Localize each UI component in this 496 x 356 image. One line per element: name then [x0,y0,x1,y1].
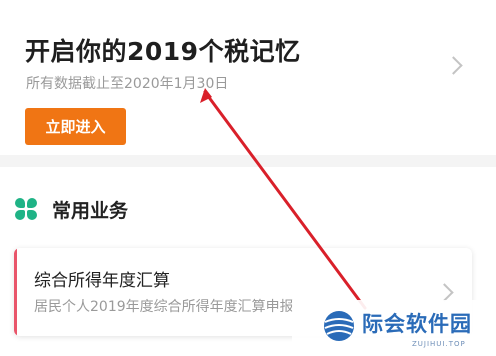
section-title: 常用业务 [52,200,129,222]
globe-logo-icon [324,311,354,341]
watermark-subtext: ZUJIHUI.TOP [412,340,466,348]
service-item-description: 居民个人2019年度综合所得年度汇算申报 [34,299,294,315]
enter-now-button[interactable]: 立即进入 [25,108,126,145]
clover-icon [15,198,37,220]
watermark: 际会软件园 ZUJIHUI.TOP [292,300,496,356]
watermark-text: 际会软件园 [362,312,472,336]
tax-memory-banner[interactable]: 开启你的2019个税记忆 所有数据截止至2020年1月30日 立即进入 [0,0,496,155]
banner-title: 开启你的2019个税记忆 [25,37,301,66]
chevron-right-icon[interactable] [444,56,463,75]
banner-subtitle: 所有数据截止至2020年1月30日 [26,76,229,92]
service-item-title: 综合所得年度汇算 [34,271,170,291]
chevron-right-icon[interactable] [435,283,454,302]
item-accent-bar [14,248,17,336]
